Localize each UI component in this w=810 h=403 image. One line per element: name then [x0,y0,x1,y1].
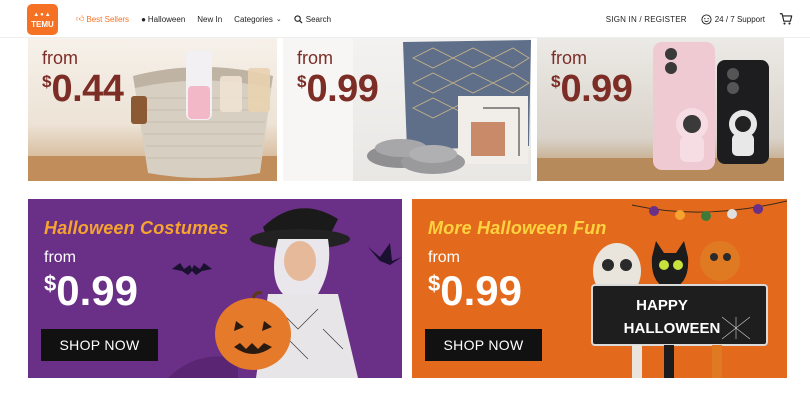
nav-halloween[interactable]: ● Halloween [141,15,185,24]
tile3-price: $0.99 [551,68,633,111]
promo-tile-phone-case[interactable]: from $0.99 [537,38,784,181]
banner1-from: from [44,249,76,266]
banner2-currency: $ [428,271,441,296]
tile3-currency: $ [551,72,561,91]
tile1-currency: $ [42,72,52,91]
banner1-price: $0.99 [44,267,138,315]
smile-support-icon [701,13,712,25]
tile2-price: $0.99 [297,68,379,111]
tile1-price: $0.44 [42,68,124,111]
bat-icon [172,263,212,275]
banner1-currency: $ [44,271,57,296]
sign-happy-text: HAPPY [636,297,688,314]
tile3-from: from [551,48,587,68]
more-halloween-fun-banner[interactable]: HAPPY HALLOWEEN More Halloween Fun from … [412,199,787,378]
shop-now-button-costumes[interactable]: SHOP NOW [41,329,158,361]
tile2-from: from [297,48,333,68]
nav-new-in[interactable]: New In [197,15,222,24]
nav-search-label: Search [305,14,332,24]
nav-new-in-label: New In [197,14,223,24]
main-nav: 👍︎ Best Sellers ● Halloween New In Categ… [76,0,343,38]
banner1-headline: Halloween Costumes [44,218,229,238]
halloween-costumes-banner[interactable]: Halloween Costumes from $0.99 SHOP NOW [28,199,402,378]
signin-register-link[interactable]: SIGN IN / REGISTER [606,15,687,24]
site-header: ▲●▲ TEMU 👍︎ Best Sellers ● Halloween New… [0,0,810,38]
sign-halloween-text: HALLOWEEN [624,320,721,337]
nav-categories-label: Categories [234,14,273,24]
nav-best-sellers[interactable]: 👍︎ Best Sellers [76,14,129,24]
tile3-price-value: 0.99 [560,68,633,110]
nav-search[interactable]: Search [294,15,331,24]
temu-logo[interactable]: ▲●▲ TEMU [27,4,58,35]
logo-glyphs: ▲●▲ [33,12,52,18]
pumpkin-icon: ● [141,14,146,24]
banner1-price-value: 0.99 [56,267,138,314]
account-nav: SIGN IN / REGISTER 24 / 7 Support [606,0,810,38]
banner2-from: from [428,249,460,266]
cart-icon[interactable] [779,12,793,26]
nav-categories[interactable]: Categories ⌄ [234,15,282,24]
shop-now-button-fun[interactable]: SHOP NOW [425,329,542,361]
nav-halloween-label: Halloween [147,14,186,24]
promo-tile-pillows[interactable]: from $0.99 [283,38,531,181]
tile2-price-value: 0.99 [306,68,379,110]
search-icon [294,14,303,24]
chevron-down-icon: ⌄ [275,16,282,23]
thumbs-up-icon: 👍︎ [76,14,85,23]
banner2-price-value: 0.99 [440,267,522,314]
banner2-headline: More Halloween Fun [428,218,607,238]
tile1-price-value: 0.44 [51,68,124,110]
support-link[interactable]: 24 / 7 Support [701,13,765,25]
logo-text: TEMU [31,20,54,29]
support-label: 24 / 7 Support [714,14,765,24]
banner2-price: $0.99 [428,267,522,315]
nav-best-sellers-label: Best Sellers [86,14,130,24]
promo-tile-basket[interactable]: from $0.44 [28,38,277,181]
tile2-currency: $ [297,72,307,91]
tile1-from: from [42,48,78,68]
